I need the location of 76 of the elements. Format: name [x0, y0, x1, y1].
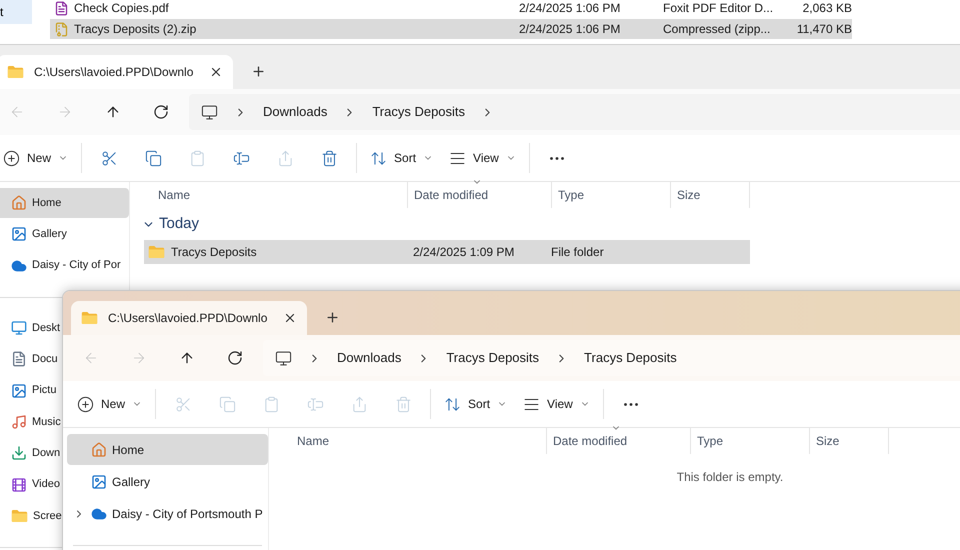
date-cell-text: 2/24/2025 1:09 PM [412, 244, 516, 261]
type-cell-text: Compressed (zipp... [663, 21, 772, 38]
new-button[interactable]: New [0, 142, 76, 174]
type-cell-text: File folder [550, 244, 605, 261]
group-header[interactable]: Today [142, 208, 750, 240]
breadcrumb[interactable]: Tracys Deposits [446, 348, 540, 368]
breadcrumb[interactable]: Tracys Deposits [584, 348, 677, 368]
size-cell-text: 11,470 KB [796, 21, 852, 38]
computer-icon [201, 104, 218, 120]
sidebar-item[interactable]: Scree [0, 500, 62, 531]
empty-folder-message: This folder is empty. [676, 469, 784, 486]
file-row[interactable]: Check Copies.pdf 2/24/2025 1:06 PM Foxit PDF Editor D... 2,063 KB [50, 0, 852, 18]
sidebar-item[interactable]: Gallery [0, 219, 67, 250]
home-icon [11, 195, 27, 212]
document-icon [11, 351, 27, 368]
gallery-icon [91, 474, 107, 490]
sidebar-item[interactable]: Home [67, 434, 268, 465]
close-icon[interactable] [209, 65, 223, 79]
window-tab[interactable]: C:\Users\lavoied.PPD\Downlo [0, 55, 233, 89]
file-row[interactable]: Tracys Deposits (2).zip 2/24/2025 1:06 PM Compressed (zipp... 11,470 KB [50, 19, 852, 39]
picture-icon [11, 382, 27, 399]
new-button[interactable]: New [69, 388, 150, 420]
sidebar-item[interactable]: Docu [0, 344, 58, 374]
film-icon [11, 476, 27, 492]
column-header[interactable]: Name [152, 182, 407, 208]
gallery-icon [11, 226, 27, 242]
address-bar[interactable]: Downloads Tracys Deposits [189, 94, 960, 130]
sidebar-item[interactable]: Video [0, 469, 60, 500]
file-name: Check Copies.pdf [74, 0, 169, 17]
sidebar-item[interactable]: Music [0, 406, 61, 438]
folder-icon [7, 65, 24, 79]
folder-icon [11, 508, 28, 523]
column-header[interactable]: Type [690, 428, 809, 454]
size-cell-text: 2,063 KB [802, 0, 852, 17]
new-tab-icon[interactable] [325, 310, 340, 325]
folder-icon [81, 311, 98, 325]
desktop-icon [11, 320, 27, 336]
type-cell-text: Foxit PDF Editor D... [663, 0, 774, 17]
breadcrumb[interactable]: Downloads [337, 348, 402, 368]
sidebar-item[interactable]: Daisy - City of Por [0, 250, 121, 281]
window-tab[interactable]: C:\Users\lavoied.PPD\Downlo [71, 301, 307, 335]
column-header[interactable]: Name [291, 428, 546, 454]
new-tab-icon[interactable] [251, 64, 266, 79]
column-header[interactable]: Date modified [546, 428, 690, 454]
sidebar-item[interactable]: Down [0, 438, 60, 468]
close-icon[interactable] [283, 311, 297, 325]
sort-button[interactable]: Sort [436, 388, 516, 420]
view-button[interactable]: View [441, 142, 524, 174]
sidebar-item[interactable]: Deskt [0, 312, 60, 344]
sidebar-item[interactable]: Gallery [67, 466, 150, 497]
column-header[interactable]: Type [551, 182, 670, 208]
sort-button[interactable]: Sort [362, 142, 442, 174]
home-icon [91, 442, 107, 458]
sidebar-item[interactable]: Daisy - City of Portsmouth P [67, 498, 263, 529]
cloud-icon [11, 258, 27, 274]
sidebar-item[interactable]: Pictu [0, 375, 56, 406]
column-header[interactable]: Date modified [407, 182, 551, 208]
sidebar-item[interactable]: t [0, 0, 32, 24]
pdf-file-icon [54, 0, 69, 16]
download-icon [11, 445, 27, 462]
sidebar-item[interactable]: Home [0, 188, 129, 218]
file-row[interactable]: Tracys Deposits 2/24/2025 1:09 PM File folder [144, 240, 750, 264]
view-button[interactable]: View [515, 388, 598, 420]
cloud-icon [91, 506, 107, 522]
zip-file-icon [54, 22, 69, 36]
breadcrumb[interactable]: Tracys Deposits [372, 102, 466, 122]
file-name: Tracys Deposits (2).zip [74, 21, 196, 38]
folder-icon [148, 245, 165, 259]
date-cell-text: 2/24/2025 1:06 PM [519, 21, 622, 38]
column-header[interactable]: Size [670, 182, 750, 208]
date-cell-text: 2/24/2025 1:06 PM [519, 0, 622, 17]
computer-icon [275, 350, 292, 366]
music-icon [11, 414, 27, 430]
breadcrumb[interactable]: Downloads [263, 102, 328, 122]
file-name: Tracys Deposits [171, 244, 257, 261]
column-header[interactable]: Size [809, 428, 889, 454]
